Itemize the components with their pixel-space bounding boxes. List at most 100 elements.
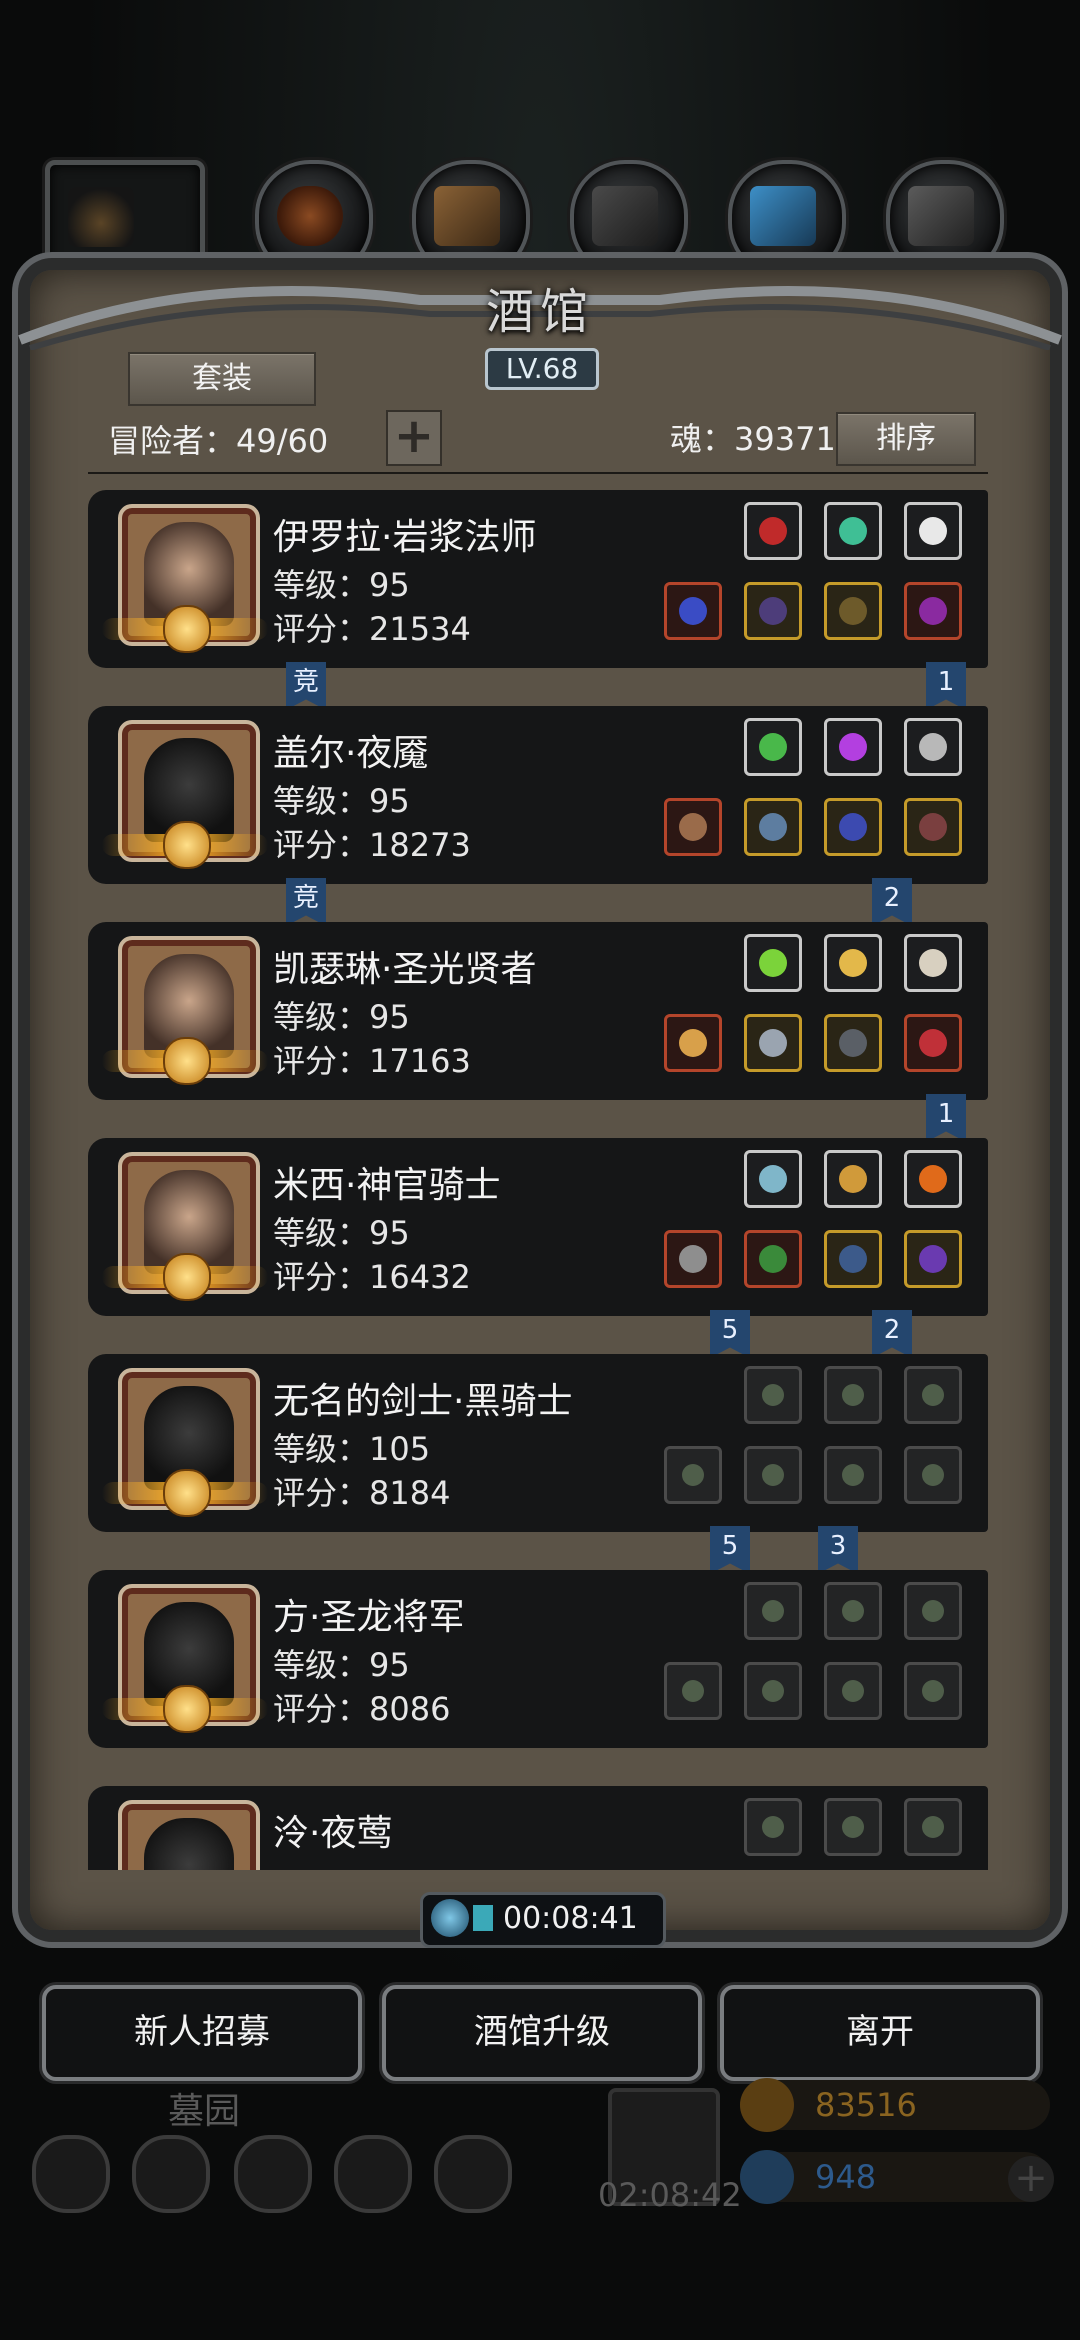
equipment-slot[interactable] <box>744 1230 802 1288</box>
hero-card[interactable]: 盖尔·夜魇 等级：95 评分：18273 <box>88 706 988 884</box>
hero-score: 评分：8086 <box>273 1690 451 1728</box>
empty-slot[interactable] <box>664 1662 722 1720</box>
recruit-button[interactable]: 新人招募 <box>42 1985 362 2081</box>
rank-ribbon: 1 <box>926 662 966 710</box>
equipment-slot[interactable] <box>824 934 882 992</box>
hero-card[interactable]: 方·圣龙将军 等级：95 评分：8086 <box>88 1570 988 1748</box>
equipment-slot[interactable] <box>744 582 802 640</box>
tab-stone[interactable] <box>570 160 688 278</box>
gold-icon <box>740 2078 794 2132</box>
bag-icon[interactable] <box>434 2135 512 2213</box>
equipment-slot[interactable] <box>824 718 882 776</box>
equipment-slot[interactable] <box>904 502 962 560</box>
empty-slot[interactable] <box>744 1798 802 1856</box>
equipment-slot[interactable] <box>744 1014 802 1072</box>
hero-score: 评分：8184 <box>273 1474 451 1512</box>
empty-slot[interactable] <box>824 1798 882 1856</box>
hero-portrait <box>118 1800 260 1870</box>
equipment-slot[interactable] <box>824 582 882 640</box>
mail-icon[interactable] <box>334 2135 412 2213</box>
equipment-slot[interactable] <box>664 582 722 640</box>
iron-icon <box>908 186 974 246</box>
hero-name: 伊罗拉·岩浆法师 <box>273 517 537 558</box>
rank-ribbon: 5 <box>710 1310 750 1358</box>
empty-slot[interactable] <box>744 1662 802 1720</box>
equipment-slot[interactable] <box>744 718 802 776</box>
empty-slot[interactable] <box>904 1662 962 1720</box>
equipment-slot[interactable] <box>824 798 882 856</box>
equipment-slot[interactable] <box>904 798 962 856</box>
quest-icon[interactable] <box>234 2135 312 2213</box>
gem-icon <box>740 2150 794 2204</box>
equipment-slot[interactable] <box>904 1150 962 1208</box>
rank-ribbon: 5 <box>710 1526 750 1574</box>
equipment-slot[interactable] <box>904 1014 962 1072</box>
add-capacity-button[interactable]: + <box>386 410 442 466</box>
arena-ribbon: 竞 <box>286 662 326 710</box>
upgrade-tavern-button[interactable]: 酒馆升级 <box>382 1985 702 2081</box>
equipment-slot[interactable] <box>664 1230 722 1288</box>
achievement-icon[interactable] <box>132 2135 210 2213</box>
star-emblem-icon <box>163 1469 211 1517</box>
hero-level: 等级：95 <box>273 566 410 604</box>
empty-slot[interactable] <box>824 1446 882 1504</box>
equipment-slot[interactable] <box>904 934 962 992</box>
equipment-slot[interactable] <box>744 798 802 856</box>
empty-slot[interactable] <box>824 1582 882 1640</box>
tab-iron[interactable] <box>886 160 1004 278</box>
hero-score: 评分：21534 <box>273 610 471 648</box>
equipment-slot[interactable] <box>904 718 962 776</box>
arena-ribbon: 竞 <box>286 878 326 926</box>
hero-level: 等级：105 <box>273 1430 431 1468</box>
hero-name: 泠·夜莺 <box>273 1813 393 1854</box>
hero-card[interactable]: 伊罗拉·岩浆法师 等级：95 评分：21534 <box>88 490 988 668</box>
tavern-icon <box>68 187 134 247</box>
empty-slot[interactable] <box>824 1662 882 1720</box>
add-gems-icon[interactable]: + <box>1008 2156 1054 2202</box>
equipment-slot[interactable] <box>664 798 722 856</box>
hero-level: 等级：95 <box>273 1214 410 1252</box>
tab-wood[interactable] <box>412 160 530 278</box>
empty-slot[interactable] <box>904 1798 962 1856</box>
hero-level: 等级：95 <box>273 998 410 1036</box>
empty-slot[interactable] <box>904 1582 962 1640</box>
tab-leather[interactable] <box>255 160 373 278</box>
hero-score: 评分：16432 <box>273 1258 471 1296</box>
sort-button[interactable]: 排序 <box>836 412 976 466</box>
equipment-slot[interactable] <box>904 1230 962 1288</box>
rank-ribbon: 1 <box>926 1094 966 1142</box>
equipment-slot[interactable] <box>744 502 802 560</box>
empty-slot[interactable] <box>904 1446 962 1504</box>
leave-button[interactable]: 离开 <box>720 1985 1040 2081</box>
hero-card[interactable]: 无名的剑士·黑骑士 等级：105 评分：8184 <box>88 1354 988 1532</box>
timer-text: 00:08:41 <box>503 1901 638 1936</box>
equipment-slot[interactable] <box>744 934 802 992</box>
hero-card[interactable]: 米西·神官骑士 等级：95 评分：16432 <box>88 1138 988 1316</box>
equipment-slot[interactable] <box>664 1014 722 1072</box>
tab-crystal[interactable] <box>728 160 846 278</box>
equipment-slot[interactable] <box>904 582 962 640</box>
empty-slot[interactable] <box>744 1582 802 1640</box>
empty-slot[interactable] <box>744 1446 802 1504</box>
equipment-slot[interactable] <box>824 1014 882 1072</box>
divider <box>88 472 988 474</box>
empty-slot[interactable] <box>664 1446 722 1504</box>
page-title: 酒馆 <box>485 284 594 340</box>
star-emblem-icon <box>163 1253 211 1301</box>
empty-slot[interactable] <box>824 1366 882 1424</box>
gem-bar: 948 <box>740 2150 1050 2204</box>
equipment-slot[interactable] <box>824 1230 882 1288</box>
hero-card[interactable]: 泠·夜莺 <box>88 1786 988 1870</box>
hero-list[interactable]: 伊罗拉·岩浆法师 等级：95 评分：21534 竞 1 盖尔·夜魇 等级：95 … <box>50 490 1030 1870</box>
settings-icon[interactable] <box>32 2135 110 2213</box>
rank-ribbon: 2 <box>872 878 912 926</box>
outfit-button[interactable]: 套装 <box>128 352 316 406</box>
equipment-slot[interactable] <box>824 502 882 560</box>
equipment-slot[interactable] <box>824 1150 882 1208</box>
empty-slot[interactable] <box>744 1366 802 1424</box>
equipment-slot[interactable] <box>744 1150 802 1208</box>
stone-icon <box>592 186 658 246</box>
hero-card[interactable]: 凯瑟琳·圣光贤者 等级：95 评分：17163 <box>88 922 988 1100</box>
empty-slot[interactable] <box>904 1366 962 1424</box>
star-emblem-icon <box>163 1037 211 1085</box>
